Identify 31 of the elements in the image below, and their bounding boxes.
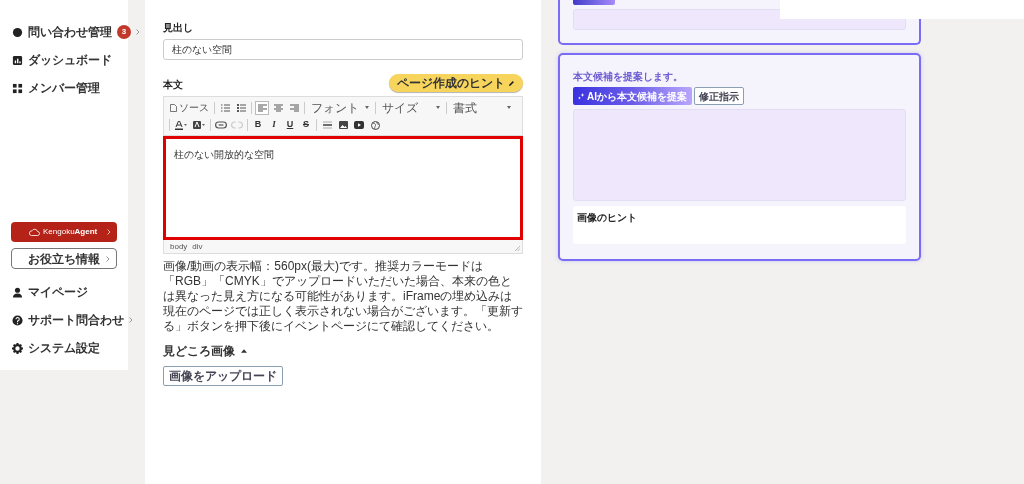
hint-label: 画像のヒント: [577, 211, 638, 225]
suggest-button[interactable]: AIから本文候補を提案: [573, 87, 692, 105]
help-text: 画像/動画の表示幅：560px(最大)です。推奨カラーモードは「RGB」「CMYK」でアップロードいただいた場合、本来の色とは異なった見え方になる可能性があります。iFrameの埋め込みは現在のページでは正しく表示されない場合がございます。「更新する」ボタンを押下後にイベントページにて確認してください。: [163, 259, 523, 334]
nav-item[interactable]: 問い合わせ管理 3: [0, 18, 128, 46]
info-button[interactable]: お役立ち情報: [11, 248, 117, 269]
nav-item[interactable]: メンバー管理: [0, 74, 128, 102]
bold-button[interactable]: B: [251, 117, 265, 133]
italic-button[interactable]: I: [267, 117, 281, 133]
field-label: 見出し: [163, 21, 194, 35]
dropdown[interactable]: フォント: [308, 99, 372, 116]
section-title: 見どころ画像: [163, 343, 235, 360]
upload-button[interactable]: 画像をアップロード: [163, 366, 283, 386]
nav-item[interactable]: マイページ: [0, 278, 128, 306]
count-badge: 3: [117, 25, 131, 39]
underline-button[interactable]: U: [283, 117, 297, 133]
nav-item[interactable]: システム設定: [0, 334, 128, 362]
field-label: 本文: [163, 78, 183, 92]
panel-title: 本文候補を提案します。: [573, 70, 684, 84]
revise-button[interactable]: 修正指示: [694, 87, 744, 105]
dropdown[interactable]: サイズ: [379, 99, 443, 116]
heading-input[interactable]: 柱のない空間: [163, 39, 523, 60]
source-button[interactable]: ソース: [168, 99, 211, 116]
strike-button[interactable]: S: [299, 117, 313, 133]
nav-item[interactable]: ダッシュボード: [0, 46, 128, 74]
nav-item[interactable]: サポート問合わせ: [0, 306, 128, 334]
agent-button[interactable]: KengokuAgent: [11, 222, 117, 242]
path-item[interactable]: body: [170, 240, 188, 253]
path-item[interactable]: div: [192, 240, 203, 253]
editor-area[interactable]: 柱のない開放的な空間: [163, 136, 523, 240]
dropdown[interactable]: 書式: [450, 99, 514, 116]
hint-button[interactable]: ページ作成のヒント: [389, 74, 523, 92]
